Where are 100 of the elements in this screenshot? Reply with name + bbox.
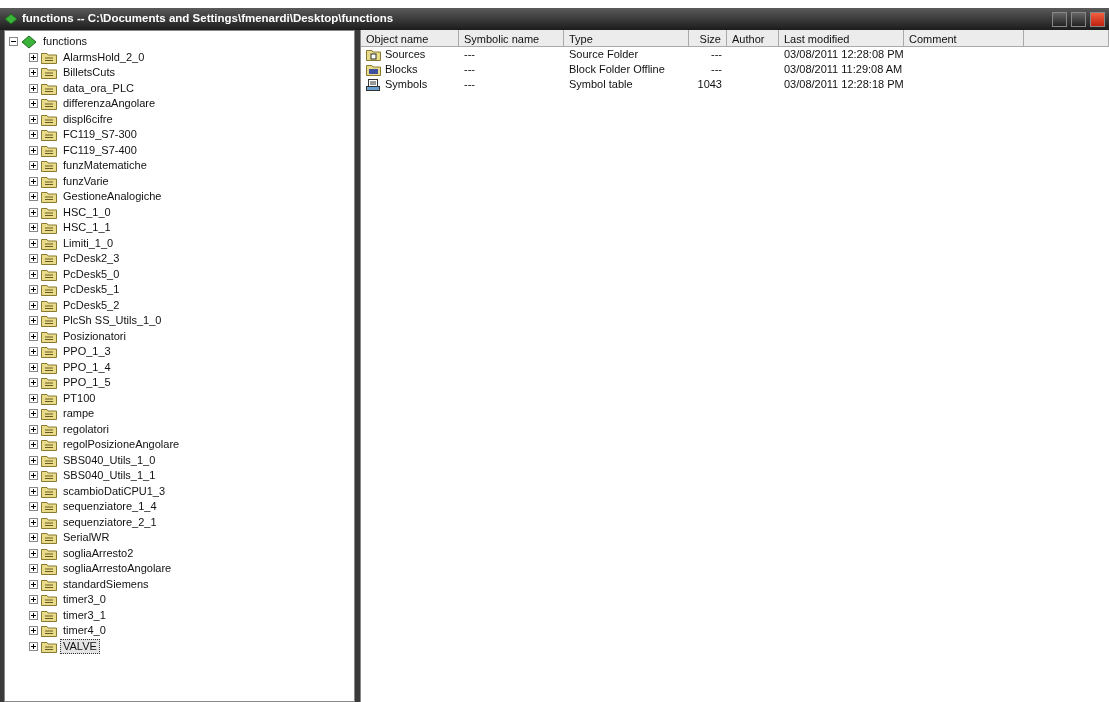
tree-item[interactable]: sogliaArrestoAngolare	[60, 561, 175, 577]
expand-toggle-icon[interactable]	[29, 579, 38, 589]
column-header[interactable]: Size	[689, 30, 727, 46]
s7-folder-icon	[41, 283, 57, 297]
tree-item[interactable]: PcDesk5_0	[60, 266, 123, 282]
expand-toggle-icon[interactable]	[29, 347, 38, 357]
expand-toggle-icon[interactable]	[29, 300, 38, 310]
expand-toggle-icon[interactable]	[29, 114, 38, 124]
tree-item[interactable]: regolPosizioneAngolare	[60, 437, 183, 453]
tree-item[interactable]: regolatori	[60, 421, 112, 437]
tree-item[interactable]: GestioneAnalogiche	[60, 189, 165, 205]
expand-toggle-icon[interactable]	[29, 207, 38, 217]
object-name-cell[interactable]: Symbols	[385, 76, 428, 93]
expand-toggle-icon[interactable]	[29, 145, 38, 155]
tree-item[interactable]: FC119_S7-300	[60, 127, 140, 143]
expand-toggle-icon[interactable]	[29, 595, 38, 605]
tree-item[interactable]: data_ora_PLC	[60, 80, 137, 96]
expand-toggle-icon[interactable]	[29, 440, 38, 450]
expand-toggle-icon[interactable]	[29, 99, 38, 109]
tree-item[interactable]: displ6cifre	[60, 111, 116, 127]
expand-toggle-icon[interactable]	[29, 564, 38, 574]
column-header[interactable]: Last modified	[779, 30, 904, 46]
expand-toggle-icon[interactable]	[29, 130, 38, 140]
expand-toggle-icon[interactable]	[29, 502, 38, 512]
s7-folder-icon	[41, 391, 57, 405]
tree-item[interactable]: HSC_1_1	[60, 220, 114, 236]
minimize-button[interactable]	[1052, 11, 1067, 27]
tree-item[interactable]: PPO_1_4	[60, 359, 114, 375]
expand-toggle-icon[interactable]	[29, 316, 38, 326]
tree-item[interactable]: scambioDatiCPU1_3	[60, 483, 169, 499]
s7-folder-icon	[41, 267, 57, 281]
tree-item[interactable]: Posizionatori	[60, 328, 129, 344]
tree-item[interactable]: SerialWR	[60, 530, 113, 546]
tree-item[interactable]: timer4_0	[60, 623, 109, 639]
tree-item[interactable]: SBS040_Utils_1_0	[60, 452, 159, 468]
maximize-button[interactable]	[1071, 11, 1086, 27]
expand-toggle-icon[interactable]	[29, 331, 38, 341]
expand-toggle-icon[interactable]	[29, 409, 38, 419]
column-header[interactable]: Object name	[361, 30, 459, 46]
collapse-toggle-icon[interactable]	[9, 37, 18, 47]
expand-toggle-icon[interactable]	[29, 641, 38, 651]
s7-folder-icon	[41, 205, 57, 219]
tree-item[interactable]: SBS040_Utils_1_1	[60, 468, 159, 484]
tree-item[interactable]: PPO_1_3	[60, 344, 114, 360]
tree-item[interactable]: funzVarie	[60, 173, 112, 189]
tree-item[interactable]: PcDesk2_3	[60, 251, 123, 267]
expand-toggle-icon[interactable]	[29, 517, 38, 527]
tree-item[interactable]: PcDesk5_2	[60, 297, 123, 313]
tree-item[interactable]: sequenziatore_1_4	[60, 499, 160, 515]
tree-item[interactable]: VALVE	[60, 638, 100, 654]
expand-toggle-icon[interactable]	[29, 52, 38, 62]
expand-toggle-icon[interactable]	[29, 533, 38, 543]
tree-item[interactable]: timer3_0	[60, 592, 109, 608]
tree-item[interactable]: functions	[40, 34, 91, 50]
expand-toggle-icon[interactable]	[29, 223, 38, 233]
expand-toggle-icon[interactable]	[29, 486, 38, 496]
tree-item[interactable]: funzMatematiche	[60, 158, 150, 174]
tree-item[interactable]: rampe	[60, 406, 98, 422]
expand-toggle-icon[interactable]	[29, 83, 38, 93]
expand-toggle-icon[interactable]	[29, 424, 38, 434]
expand-toggle-icon[interactable]	[29, 548, 38, 558]
tree-item[interactable]: standardSiemens	[60, 576, 152, 592]
tree-item[interactable]: HSC_1_0	[60, 204, 114, 220]
expand-toggle-icon[interactable]	[29, 269, 38, 279]
tree-item[interactable]: PPO_1_5	[60, 375, 114, 391]
tree-item[interactable]: PT100	[60, 390, 99, 406]
column-header[interactable]: Comment	[904, 30, 1024, 46]
tree-item[interactable]: sogliaArresto2	[60, 545, 137, 561]
expand-toggle-icon[interactable]	[29, 471, 38, 481]
tree-item[interactable]: Limiti_1_0	[60, 235, 117, 251]
s7-folder-icon	[41, 376, 57, 390]
expand-toggle-icon[interactable]	[29, 161, 38, 171]
s7-folder-icon	[41, 593, 57, 607]
expand-toggle-icon[interactable]	[29, 68, 38, 78]
tree-item[interactable]: AlarmsHold_2_0	[60, 49, 148, 65]
expand-toggle-icon[interactable]	[29, 176, 38, 186]
window-title: functions -- C:\Documents and Settings\fmenardi\Desktop\functions	[22, 11, 394, 27]
expand-toggle-icon[interactable]	[29, 393, 38, 403]
expand-toggle-icon[interactable]	[29, 626, 38, 636]
expand-toggle-icon[interactable]	[29, 610, 38, 620]
expand-toggle-icon[interactable]	[29, 192, 38, 202]
expand-toggle-icon[interactable]	[29, 362, 38, 372]
object-name-cell[interactable]: Sources	[385, 46, 426, 63]
tree-item[interactable]: differenzaAngolare	[60, 96, 159, 112]
expand-toggle-icon[interactable]	[29, 254, 38, 264]
expand-toggle-icon[interactable]	[29, 285, 38, 295]
last-modified-cell: 03/08/2011 12:28:18 PM	[784, 78, 904, 91]
object-name-cell[interactable]: Blocks	[385, 61, 418, 78]
column-header[interactable]: Type	[564, 30, 689, 46]
tree-item[interactable]: PlcSh SS_Utils_1_0	[60, 313, 165, 329]
expand-toggle-icon[interactable]	[29, 378, 38, 388]
tree-item[interactable]: FC119_S7-400	[60, 142, 140, 158]
column-header[interactable]: Symbolic name	[459, 30, 564, 46]
expand-toggle-icon[interactable]	[29, 238, 38, 248]
tree-item[interactable]: BilletsCuts	[60, 65, 118, 81]
column-header[interactable]: Author	[727, 30, 779, 46]
expand-toggle-icon[interactable]	[29, 455, 38, 465]
tree-item[interactable]: PcDesk5_1	[60, 282, 123, 298]
tree-item[interactable]: sequenziatore_2_1	[60, 514, 160, 530]
tree-item[interactable]: timer3_1	[60, 607, 109, 623]
